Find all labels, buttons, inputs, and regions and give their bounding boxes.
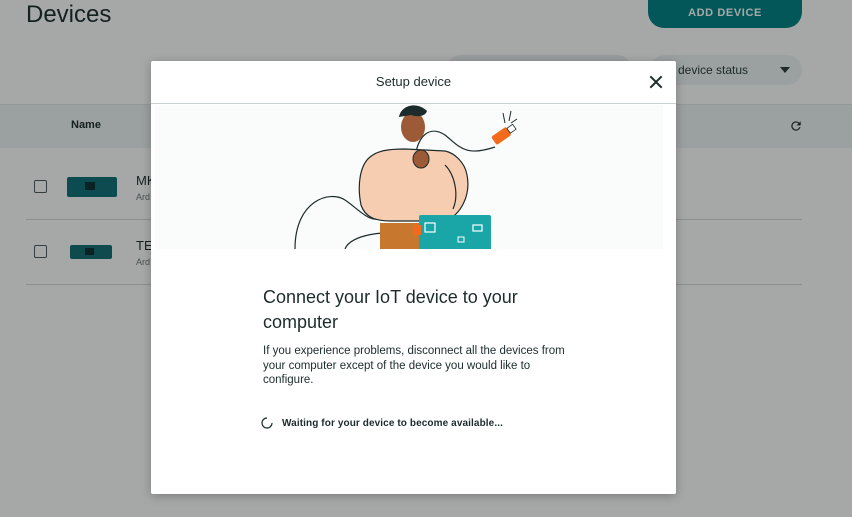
close-icon[interactable] [648, 74, 664, 90]
spinner-icon [261, 417, 273, 429]
waiting-status-text: Waiting for your device to become availa… [282, 417, 503, 429]
dialog-title: Setup device [375, 74, 452, 89]
waiting-status: Waiting for your device to become availa… [261, 417, 503, 429]
dialog-instructions: If you experience problems, disconnect a… [263, 345, 565, 386]
dialog-heading: Connect your IoT device to your computer [263, 287, 518, 332]
person-with-cable-illustration [294, 105, 518, 249]
connect-device-illustration [155, 105, 663, 249]
dialog-header: Setup device [151, 61, 676, 104]
setup-device-dialog: Setup device Connect your IoT device to … [151, 61, 676, 494]
